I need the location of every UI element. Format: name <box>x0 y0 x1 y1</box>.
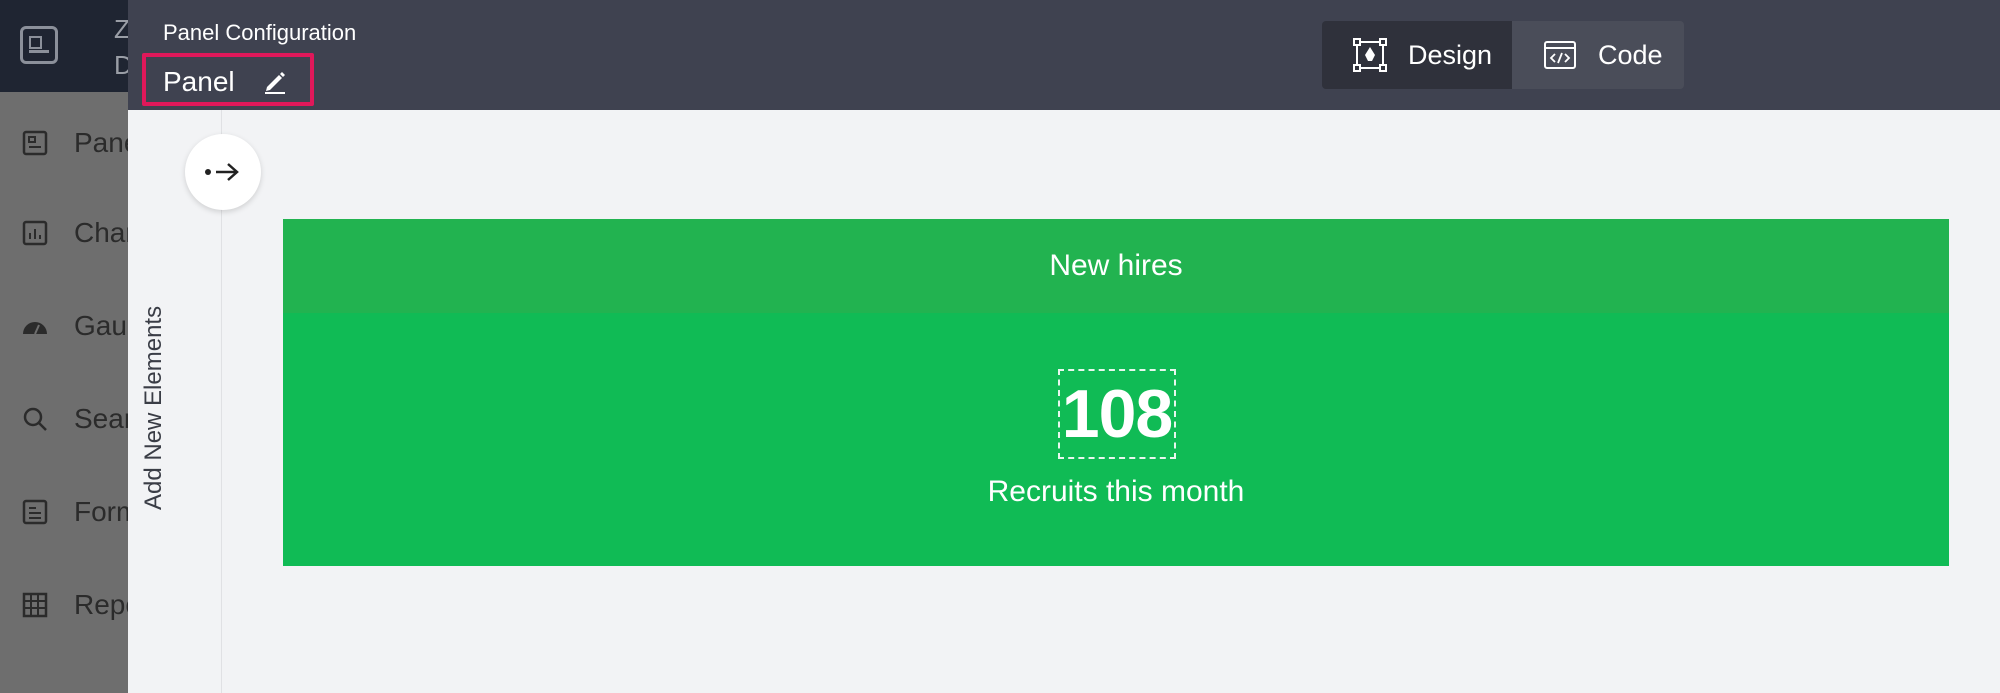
panel-header: Panel Configuration Panel Design Code <box>128 0 2000 110</box>
kpi-header: New hires <box>283 219 1949 313</box>
panel-configuration-drawer: Panel Configuration Panel Design Code Ad… <box>128 0 2000 693</box>
code-mode-button[interactable]: Code <box>1512 21 1684 89</box>
panel-icon <box>22 130 48 156</box>
background-sidebar: Pane Char Gaug Sear Form Repo <box>0 92 143 693</box>
design-label: Design <box>1408 39 1493 70</box>
panel-config-label: Panel Configuration <box>163 20 357 45</box>
panel-name-editor[interactable]: Panel <box>142 53 314 106</box>
design-mode-button[interactable]: Design <box>1322 21 1512 89</box>
design-pen-icon <box>1353 38 1387 72</box>
search-icon <box>23 407 47 431</box>
sidebar-item-forms: Form <box>0 487 139 537</box>
design-code-toggle: Design Code <box>1322 21 1684 89</box>
panel-name[interactable]: Panel <box>163 66 235 98</box>
sidebar-item-label: Char <box>74 217 135 248</box>
kpi-widget[interactable]: New hires 108 Recruits this month <box>283 219 1949 566</box>
code-label: Code <box>1598 39 1663 70</box>
expand-elements-button[interactable] <box>185 134 261 210</box>
sidebar-item-search: Sear <box>0 394 134 444</box>
pencil-icon[interactable] <box>261 67 289 95</box>
sidebar-item-label: Sear <box>74 403 134 434</box>
kpi-title[interactable]: New hires <box>1049 249 1182 283</box>
report-icon <box>22 592 48 618</box>
kpi-value-selection[interactable]: 108 <box>1058 369 1176 459</box>
arrow-right-icon <box>205 163 239 181</box>
chart-icon <box>22 220 48 246</box>
sidebar-item-gauges: Gaug <box>0 301 143 351</box>
add-elements-rail: Add New Elements <box>128 110 261 693</box>
sidebar-item-charts: Char <box>0 208 135 258</box>
add-new-elements-label[interactable]: Add New Elements <box>140 306 168 510</box>
sidebar-item-reports: Repo <box>0 580 141 630</box>
sidebar-item-panel: Pane <box>0 118 139 168</box>
form-icon <box>22 499 48 525</box>
gauge-icon <box>23 322 47 335</box>
app-menu-icon <box>20 26 58 64</box>
kpi-caption[interactable]: Recruits this month <box>283 475 1949 509</box>
code-window-icon <box>1544 41 1576 69</box>
kpi-value[interactable]: 108 <box>1062 375 1173 453</box>
